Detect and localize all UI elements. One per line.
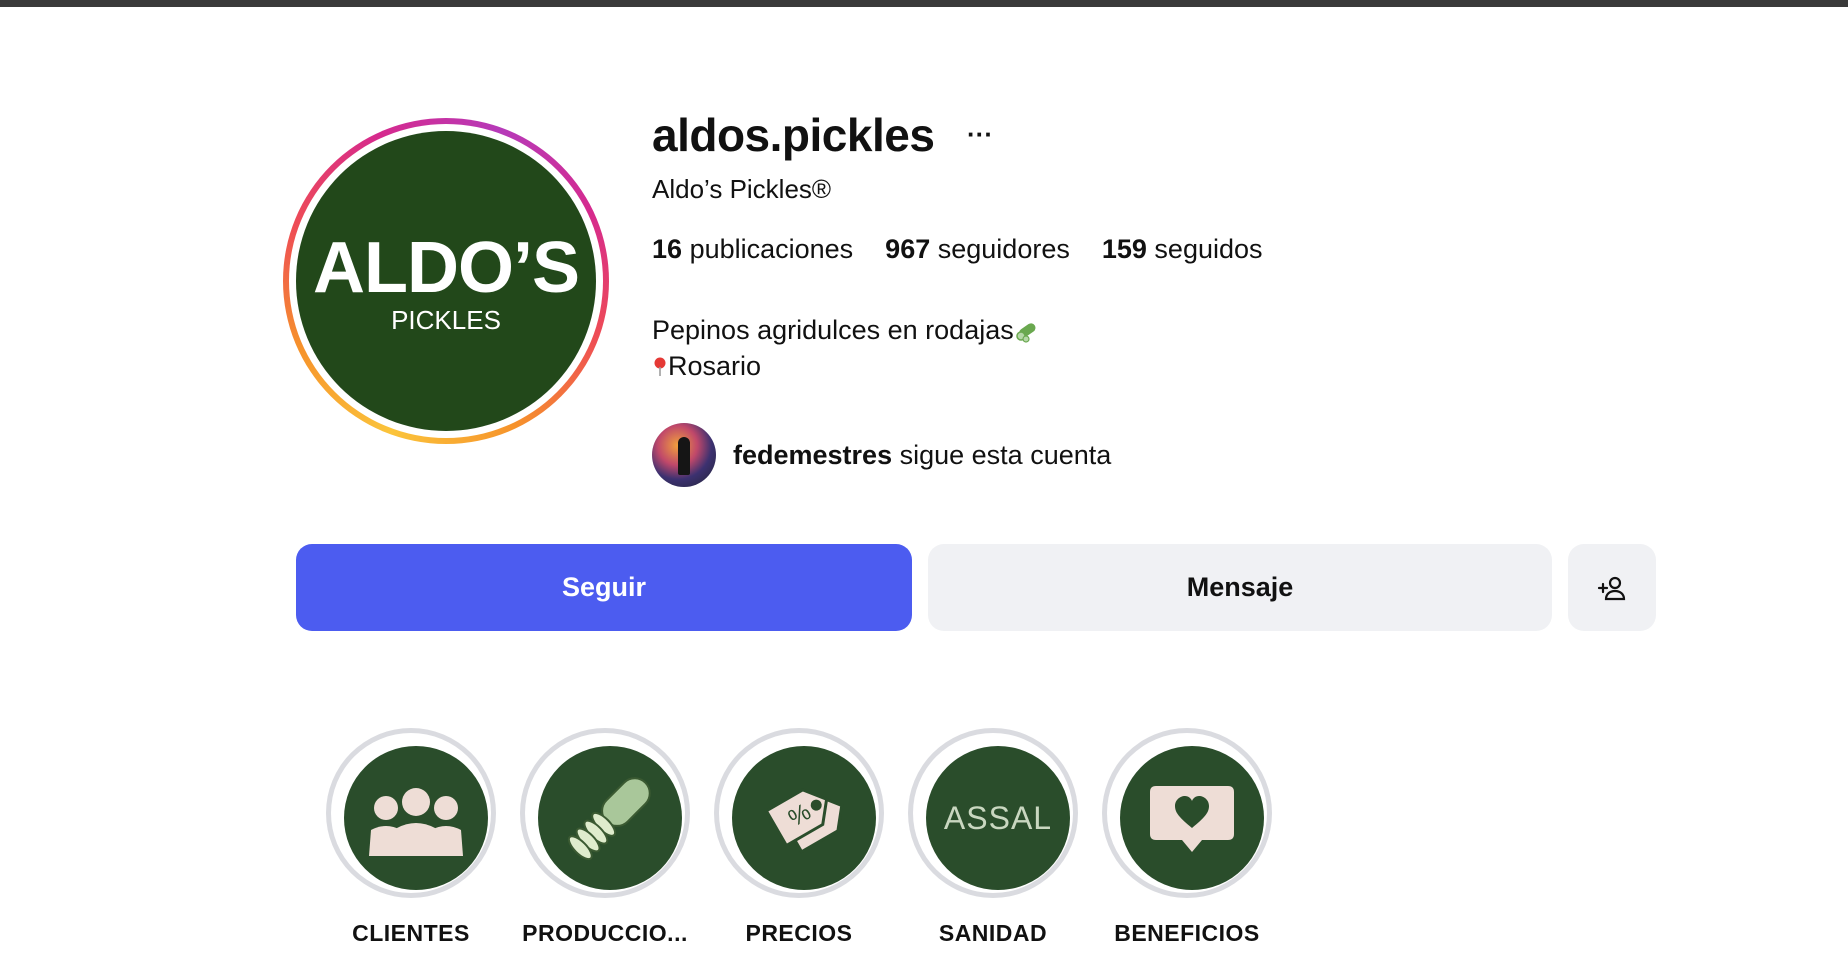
more-options-icon[interactable]: ··· — [966, 116, 994, 152]
highlight-sanidad[interactable]: ASSAL SANIDAD — [907, 728, 1079, 947]
cucumber-emoji-icon — [1015, 323, 1036, 343]
stat-posts-label: publicaciones — [689, 234, 854, 264]
price-tag-icon: % — [764, 788, 844, 854]
bio-line-2-text: Rosario — [668, 351, 762, 381]
stat-posts-count: 16 — [652, 234, 683, 264]
profile-avatar[interactable]: ALDO’S PICKLES — [283, 118, 609, 444]
profile-bio: Pepinos agridulces en rodajas Rosario — [652, 312, 1040, 384]
highlight-beneficios[interactable]: BENEFICIOS — [1101, 728, 1273, 947]
profile-full-name: Aldo’s Pickles® — [652, 174, 832, 204]
stat-following[interactable]: 159 seguidos — [1102, 234, 1263, 265]
stat-followers[interactable]: 967 seguidores — [885, 234, 1070, 265]
followed-by-text: fedemestres sigue esta cuenta — [733, 440, 1111, 471]
follow-button[interactable]: Seguir — [296, 544, 912, 631]
bio-line-2: Rosario — [652, 348, 1040, 384]
logo-main-text: ALDO’S — [312, 228, 580, 308]
highlight-label: PRECIOS — [745, 920, 853, 946]
stat-following-count: 159 — [1101, 234, 1147, 264]
highlight-label: PRODUCCIO... — [522, 920, 688, 946]
bio-line-1: Pepinos agridulces en rodajas — [652, 312, 1040, 348]
stat-following-label: seguidos — [1154, 234, 1263, 264]
browser-top-bar — [0, 0, 1848, 7]
assal-logo: ASSAL — [943, 799, 1053, 836]
people-icon — [369, 788, 463, 856]
stat-followers-label: seguidores — [937, 234, 1070, 264]
add-user-icon — [1597, 576, 1626, 600]
highlight-precios[interactable]: % PRECIOS — [713, 728, 885, 947]
highlight-clientes[interactable]: CLIENTES — [325, 728, 497, 947]
heart-message-icon — [1150, 786, 1234, 852]
location-pin-icon — [654, 357, 666, 376]
profile-stats: 16 publicaciones 967 seguidores 159 segu… — [652, 234, 1263, 265]
stat-followers-count: 967 — [885, 234, 931, 264]
suggested-users-button[interactable] — [1568, 544, 1656, 631]
bio-line-1-text: Pepinos agridulces en rodajas — [652, 315, 1014, 345]
message-button[interactable]: Mensaje — [928, 544, 1552, 631]
highlight-label: SANIDAD — [938, 920, 1048, 946]
highlight-label: CLIENTES — [352, 920, 470, 946]
logo-sub-text: PICKLES — [391, 305, 501, 335]
followed-by-row[interactable]: fedemestres sigue esta cuenta — [652, 423, 1111, 487]
sliced-cucumber-icon — [567, 777, 651, 861]
stat-posts: 16 publicaciones — [652, 234, 853, 265]
follower-avatar[interactable] — [652, 423, 716, 487]
profile-username: aldos.pickles — [652, 109, 935, 161]
follower-suffix: sigue esta cuenta — [899, 439, 1112, 470]
follower-username[interactable]: fedemestres — [733, 440, 892, 470]
highlight-produccion[interactable]: PRODUCCIO... — [519, 728, 691, 947]
avatar-logo: ALDO’S PICKLES — [296, 131, 596, 431]
highlight-label: BENEFICIOS — [1114, 920, 1260, 946]
